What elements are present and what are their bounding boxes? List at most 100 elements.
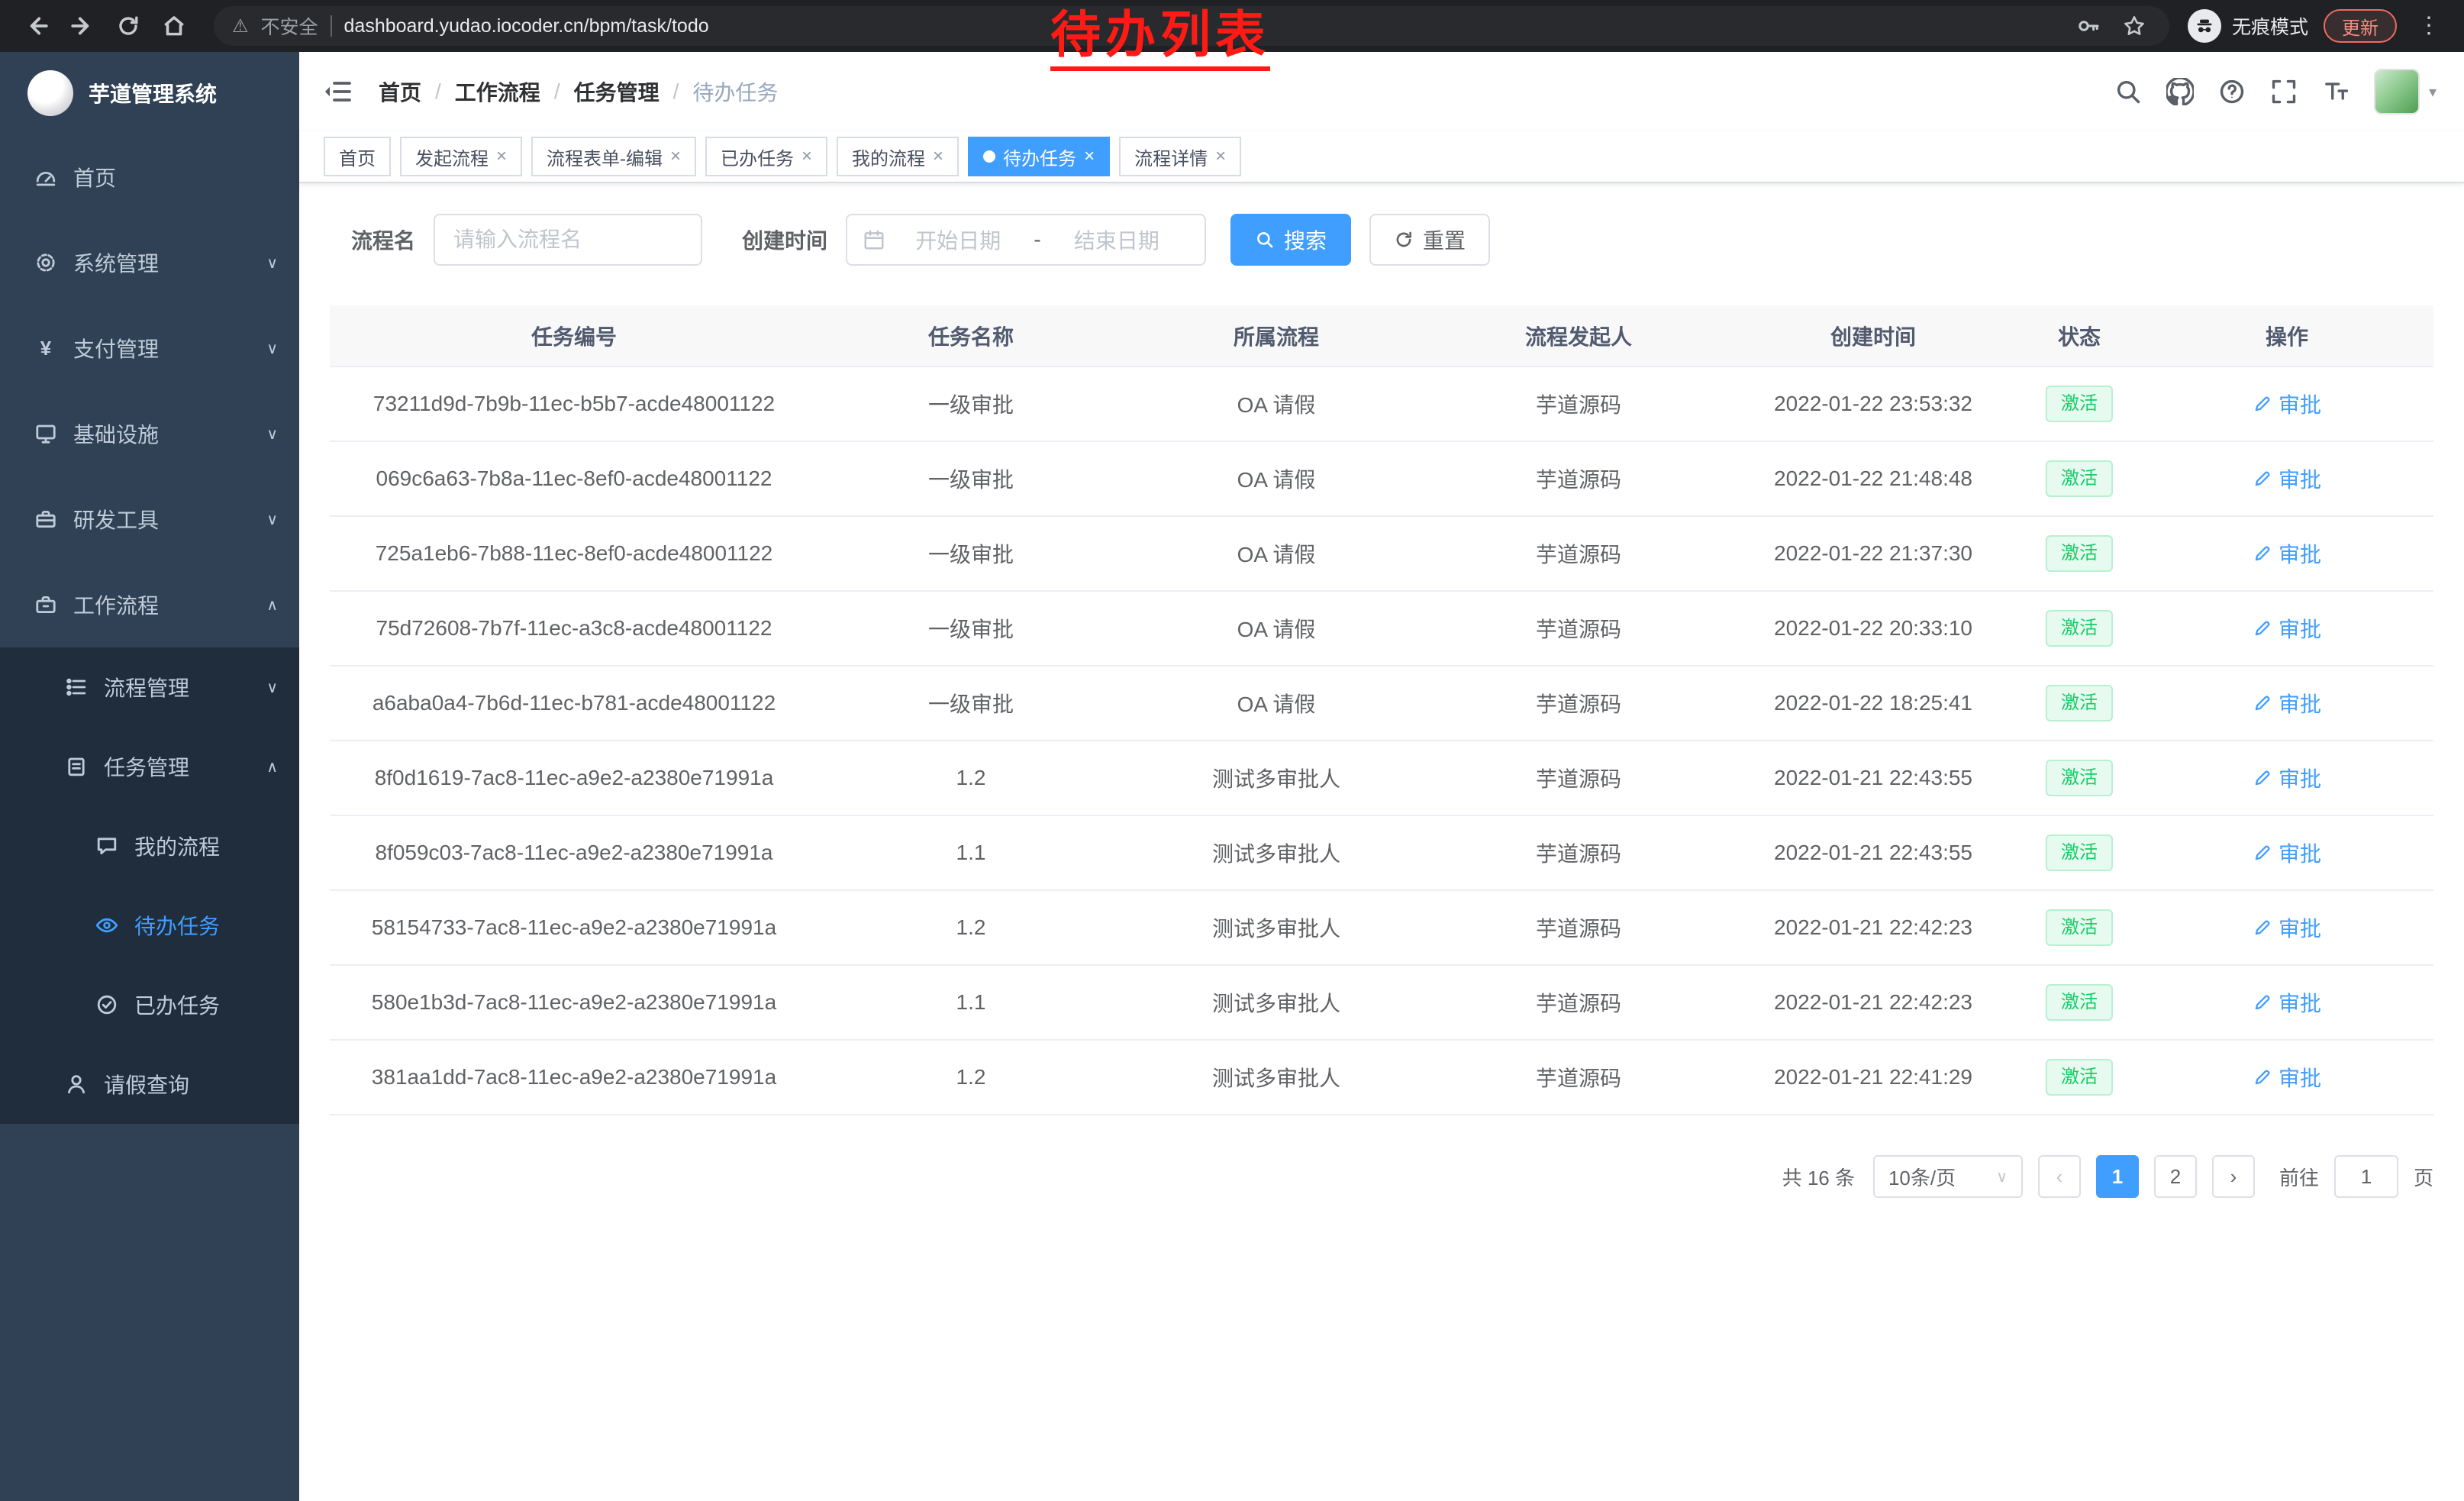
password-key-icon[interactable] (2072, 9, 2105, 43)
main-layout: 芋道管理系统 首页 系统管理 ∨ ¥ 支付管理 ∨ 基础设施 ∨ (0, 52, 2464, 1501)
cell-created: 2022-01-22 21:48:48 (1728, 441, 2018, 516)
tabs-bar: 首页 发起流程× 流程表单-编辑× 已办任务× 我的流程× 待办任务 × 流程详情… (299, 131, 2464, 183)
tab-my-processes[interactable]: 我的流程× (837, 137, 959, 176)
date-range-picker[interactable]: 开始日期 - 结束日期 (846, 214, 1206, 266)
tab-label: 待办任务 (1003, 144, 1076, 170)
sidebar-item-home[interactable]: 首页 (0, 134, 299, 220)
close-icon[interactable]: × (933, 147, 943, 166)
reload-icon[interactable] (107, 5, 150, 47)
cell-status: 激活 (2018, 965, 2140, 1040)
font-size-icon[interactable] (2322, 78, 2350, 105)
user-menu[interactable]: ▾ (2374, 69, 2437, 115)
tab-label: 首页 (339, 144, 376, 170)
svg-text:¥: ¥ (40, 337, 52, 360)
col-status: 状态 (2018, 305, 2140, 366)
sidebar-item-payment[interactable]: ¥ 支付管理 ∨ (0, 305, 299, 391)
approve-button[interactable]: 审批 (2253, 389, 2321, 419)
close-icon[interactable]: × (1215, 147, 1226, 166)
table-row: 580e1b3d-7ac8-11ec-a9e2-a2380e71991a 1.1… (330, 965, 2433, 1040)
approve-button[interactable]: 审批 (2253, 763, 2321, 793)
sidebar-item-my-processes[interactable]: 我的流程 (0, 806, 299, 886)
page-unit-label: 页 (2414, 1163, 2433, 1191)
sidebar-item-system[interactable]: 系统管理 ∨ (0, 220, 299, 305)
eye-icon (95, 913, 119, 938)
back-icon[interactable] (15, 5, 58, 47)
gear-icon (34, 250, 58, 275)
approve-button[interactable]: 审批 (2253, 1062, 2321, 1093)
tab-home[interactable]: 首页 (324, 137, 391, 176)
update-button[interactable]: 更新 (2324, 9, 2397, 43)
breadcrumb-workflow[interactable]: 工作流程 (455, 76, 540, 107)
close-icon[interactable]: × (1084, 147, 1095, 166)
page-2-button[interactable]: 2 (2154, 1155, 2197, 1198)
close-icon[interactable]: × (801, 147, 812, 166)
sidebar-item-leave-query[interactable]: 请假查询 (0, 1044, 299, 1124)
search-button[interactable]: 搜索 (1230, 214, 1351, 266)
approve-button[interactable]: 审批 (2253, 838, 2321, 868)
cell-status: 激活 (2018, 741, 2140, 815)
breadcrumb-task-management[interactable]: 任务管理 (574, 76, 660, 107)
sidebar-item-devtools[interactable]: 研发工具 ∨ (0, 476, 299, 562)
range-separator: - (1030, 228, 1043, 252)
sidebar-item-process-management[interactable]: 流程管理 ∨ (0, 647, 299, 727)
list-icon (64, 675, 89, 699)
sidebar-item-label: 研发工具 (73, 504, 159, 534)
cell-process: OA 请假 (1124, 666, 1429, 741)
edit-icon (2253, 843, 2272, 863)
approve-button[interactable]: 审批 (2253, 912, 2321, 943)
table-row: 73211d9d-7b9b-11ec-b5b7-acde48001122 一级审… (330, 366, 2433, 441)
approve-button-label: 审批 (2279, 987, 2321, 1018)
approve-button[interactable]: 审批 (2253, 688, 2321, 718)
goto-page-input[interactable] (2334, 1155, 2398, 1198)
sidebar-item-todo-tasks[interactable]: 待办任务 (0, 886, 299, 965)
sidebar-item-task-management[interactable]: 任务管理 ∧ (0, 727, 299, 806)
approve-button-label: 审批 (2279, 838, 2321, 868)
cell-initiator: 芋道源码 (1429, 741, 1728, 815)
close-icon[interactable]: × (670, 147, 681, 166)
tab-todo-tasks[interactable]: 待办任务 × (968, 137, 1110, 176)
cell-created: 2022-01-21 22:42:23 (1728, 890, 2018, 965)
sidebar-item-label: 工作流程 (73, 589, 159, 620)
forward-icon[interactable] (61, 5, 104, 47)
github-icon[interactable] (2166, 78, 2194, 105)
bookmark-star-icon[interactable] (2117, 9, 2151, 43)
search-icon[interactable] (2114, 78, 2142, 105)
page-size-select[interactable]: 10条/页 ∨ (1873, 1155, 2023, 1198)
active-tab-dot (983, 150, 995, 163)
address-bar[interactable]: ⚠ 不安全 dashboard.yudao.iocoder.cn/bpm/tas… (214, 6, 2169, 46)
approve-button[interactable]: 审批 (2253, 987, 2321, 1018)
approve-button[interactable]: 审批 (2253, 613, 2321, 644)
close-icon[interactable]: × (496, 147, 507, 166)
tab-start-process[interactable]: 发起流程× (400, 137, 522, 176)
next-page-button[interactable]: › (2212, 1155, 2255, 1198)
prev-page-button[interactable]: ‹ (2038, 1155, 2081, 1198)
sidebar-item-workflow[interactable]: 工作流程 ∧ (0, 562, 299, 647)
status-badge: 激活 (2046, 1059, 2113, 1095)
collapse-sidebar-icon[interactable] (321, 75, 354, 108)
status-badge: 激活 (2046, 909, 2113, 945)
cell-initiator: 芋道源码 (1429, 591, 1728, 666)
help-icon[interactable] (2218, 78, 2246, 105)
cell-actions: 审批 (2140, 1040, 2433, 1115)
chevron-up-icon: ∧ (266, 757, 278, 776)
col-process: 所属流程 (1124, 305, 1429, 366)
app-logo-row[interactable]: 芋道管理系统 (0, 52, 299, 134)
reset-button[interactable]: 重置 (1369, 214, 1490, 266)
approve-button[interactable]: 审批 (2253, 538, 2321, 569)
process-name-input[interactable] (434, 214, 702, 266)
sidebar-item-infrastructure[interactable]: 基础设施 ∨ (0, 391, 299, 476)
sidebar-item-label: 任务管理 (104, 751, 189, 782)
approve-button[interactable]: 审批 (2253, 463, 2321, 494)
page-1-button[interactable]: 1 (2096, 1155, 2139, 1198)
status-badge: 激活 (2046, 685, 2113, 721)
tab-process-detail[interactable]: 流程详情× (1119, 137, 1241, 176)
cell-task-id: 580e1b3d-7ac8-11ec-a9e2-a2380e71991a (330, 965, 818, 1040)
home-icon[interactable] (153, 5, 195, 47)
sidebar-item-done-tasks[interactable]: 已办任务 (0, 965, 299, 1044)
browser-menu-icon[interactable]: ⋮ (2412, 5, 2446, 47)
tab-process-form-edit[interactable]: 流程表单-编辑× (531, 137, 696, 176)
fullscreen-icon[interactable] (2270, 78, 2298, 105)
tab-done-tasks[interactable]: 已办任务× (705, 137, 827, 176)
cell-initiator: 芋道源码 (1429, 666, 1728, 741)
breadcrumb-home[interactable]: 首页 (379, 76, 421, 107)
